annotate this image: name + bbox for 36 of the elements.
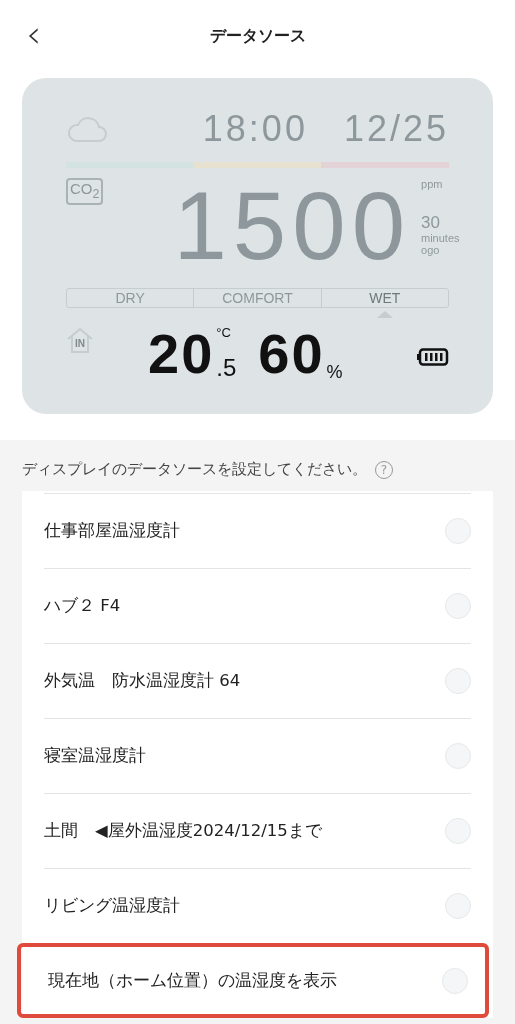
indicator-icon (376, 311, 393, 318)
battery-icon (417, 348, 449, 366)
ago-unit: minutes (421, 232, 460, 244)
ago-word: ogo (421, 244, 441, 256)
source-row[interactable]: ハブ２ F4 (22, 568, 493, 643)
source-row[interactable]: 外気温 防水温湿度計 64 (22, 643, 493, 718)
temperature-reading: 20 (148, 326, 215, 382)
cloud-icon (66, 115, 108, 143)
comfort-level: COMFORT (193, 289, 321, 307)
radio-button[interactable] (442, 967, 468, 994)
humidity-reading: 60 (258, 326, 325, 382)
display-date: 12/25 (343, 108, 449, 150)
radio-button[interactable] (445, 892, 471, 919)
clock-time: 18:00 (202, 108, 308, 150)
radio-button[interactable] (445, 667, 471, 694)
radio-button[interactable] (445, 817, 471, 844)
highlighted-source-row[interactable]: 現在地（ホーム位置）の温湿度を表示 (17, 943, 489, 1018)
radio-button[interactable] (445, 742, 471, 769)
ago-value: 30 (421, 214, 441, 232)
back-button[interactable]: ‹ (20, 14, 48, 54)
source-row[interactable]: 土間 ◀屋外温湿度2024/12/15まで (22, 793, 493, 868)
co2-label: CO$_{2}$ (66, 178, 104, 205)
co2-reading: 1500 (173, 178, 411, 274)
humidity-unit: % (326, 362, 343, 383)
radio-button[interactable] (445, 592, 471, 619)
co2-unit: ppm (421, 178, 444, 190)
comfort-level: DRY (114, 289, 146, 307)
page-title: データソース (209, 25, 306, 47)
source-row[interactable]: 仕事部屋温湿度計 (22, 493, 493, 568)
source-row[interactable]: リビング温湿度計 (22, 868, 493, 943)
comfort-level: WET (320, 289, 448, 307)
source-row[interactable]: 寝室温湿度計 (22, 718, 493, 793)
instruction-text: ディスプレイのデータソースを設定してください。 (22, 460, 367, 479)
radio-button[interactable] (445, 517, 471, 544)
temperature-unit: °C (216, 326, 232, 340)
temperature-decimal: .5 (216, 354, 237, 382)
